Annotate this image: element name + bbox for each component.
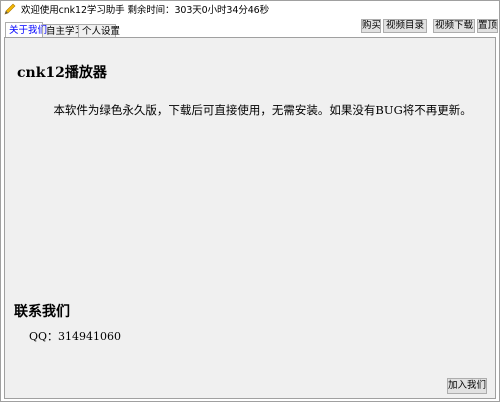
tab-toolbar: 关于我们 自主学习 个人设置 购买 视频目录 视频下载 置顶 <box>1 17 499 37</box>
video-download-button[interactable]: 视频下载 <box>433 19 475 33</box>
title-bar[interactable]: 欢迎使用cnk12学习助手 剩余时间：303天0小时34分46秒 <box>1 1 499 17</box>
pin-top-button[interactable]: 置顶 <box>477 19 498 33</box>
tab-about-us[interactable]: 关于我们 <box>5 22 47 37</box>
contact-heading: 联系我们 <box>14 304 70 320</box>
buy-button[interactable]: 购买 <box>361 19 381 33</box>
tab-personal-settings[interactable]: 个人设置 <box>78 24 120 37</box>
app-heading: cnk12播放器 <box>17 65 107 81</box>
pencil-icon <box>4 3 16 15</box>
video-catalog-button[interactable]: 视频目录 <box>383 19 427 33</box>
app-window: 欢迎使用cnk12学习助手 剩余时间：303天0小时34分46秒 关于我们 自主… <box>0 0 500 402</box>
qq-number: QQ：314941060 <box>29 330 122 343</box>
join-us-button[interactable]: 加入我们 <box>447 378 487 394</box>
tab-self-study[interactable]: 自主学习 <box>42 24 84 37</box>
app-description: 本软件为绿色永久版，下载后可直接使用，无需安装。如果没有BUG将不再更新。 <box>53 103 472 117</box>
about-panel: cnk12播放器 本软件为绿色永久版，下载后可直接使用，无需安装。如果没有BUG… <box>4 37 496 399</box>
window-title: 欢迎使用cnk12学习助手 剩余时间：303天0小时34分46秒 <box>21 5 270 16</box>
